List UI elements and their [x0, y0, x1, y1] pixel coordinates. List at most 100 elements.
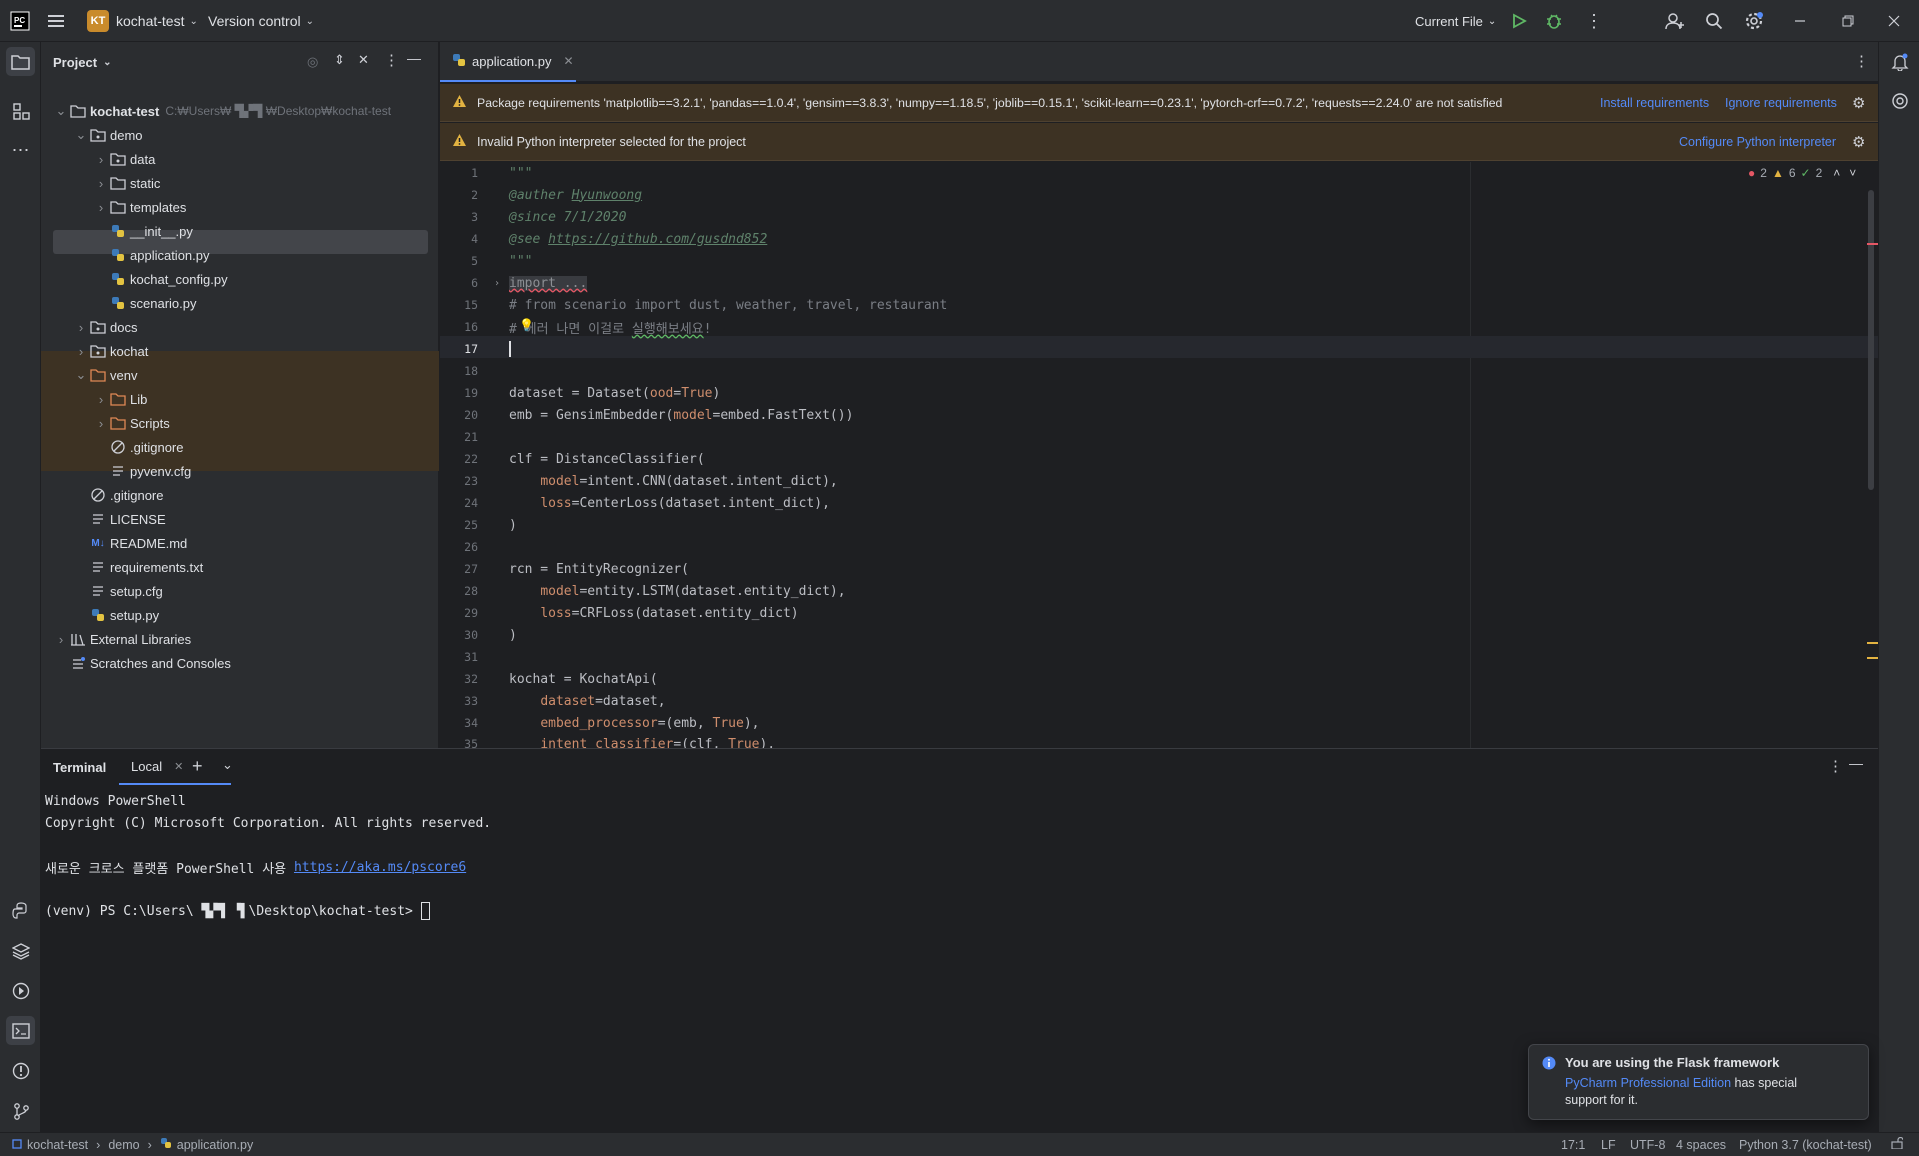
close-tab-icon[interactable]: ✕ — [564, 54, 574, 68]
tree-row-setup-py[interactable]: setup.py — [41, 603, 159, 627]
tree-row-kochat[interactable]: › kochat — [41, 339, 148, 363]
debug-icon[interactable] — [1545, 0, 1563, 42]
notifications-button[interactable] — [1885, 47, 1914, 76]
line-number: 32 — [464, 672, 478, 686]
tree-row-scenario-py[interactable]: scenario.py — [41, 291, 196, 315]
run-icon[interactable] — [1511, 0, 1527, 42]
chevron-down-icon: ⌄ — [75, 127, 87, 142]
locate-file-icon[interactable]: ◎ — [307, 54, 318, 70]
tree-row-external-libraries[interactable]: › External Libraries — [41, 627, 191, 651]
structure-tool-button[interactable] — [6, 96, 35, 125]
fold-chevron-icon[interactable]: › — [494, 278, 500, 289]
main-menu-icon[interactable] — [48, 0, 66, 42]
run-config-selector[interactable]: Current File ⌄ — [1415, 0, 1496, 42]
terminal-tool-button[interactable] — [6, 1016, 35, 1045]
chevron-right-icon: › — [98, 391, 104, 407]
restore-icon[interactable] — [1842, 0, 1854, 42]
tree-row-scratches[interactable]: Scratches and Consoles — [41, 651, 231, 675]
line-separator[interactable]: LF — [1601, 1138, 1616, 1152]
line-number: 2 — [471, 188, 478, 202]
configure-interpreter-link[interactable]: Configure Python interpreter — [1679, 135, 1836, 149]
git-tool-button[interactable] — [6, 1096, 35, 1125]
line-number: 24 — [464, 496, 478, 510]
tree-row-gitignore[interactable]: .gitignore — [41, 483, 163, 507]
tree-row-static[interactable]: › static — [41, 171, 161, 195]
close-tab-icon[interactable]: ✕ — [174, 760, 183, 773]
tree-row-readme-md[interactable]: M↓ README.md — [41, 531, 187, 555]
terminal-tab-local[interactable]: Local ✕ — [119, 749, 231, 785]
warning-icon — [452, 133, 467, 150]
search-icon[interactable] — [1705, 0, 1723, 42]
caret-position[interactable]: 17:1 — [1561, 1138, 1585, 1152]
settings-icon[interactable] — [1744, 0, 1764, 42]
python-interpreter[interactable]: Python 3.7 (kochat-test) — [1739, 1138, 1872, 1152]
pycharm-logo[interactable]: PC — [10, 0, 30, 42]
flask-notification[interactable]: You are using the Flask framework PyChar… — [1528, 1044, 1869, 1120]
chevron-down-icon[interactable]: ⌄ — [222, 757, 233, 773]
notification-text: has special — [1731, 1076, 1798, 1090]
project-tool-button[interactable] — [6, 47, 35, 76]
project-badge: KT — [87, 10, 109, 32]
tree-row-init-py[interactable]: __init__.py — [41, 219, 193, 243]
tree-row-kochat-test[interactable]: ⌄ kochat-test C:₩Users₩ ▜▞▜ ₩Desktop₩koc… — [41, 99, 392, 123]
pycharm-pro-link[interactable]: PyCharm Professional Edition — [1565, 1076, 1731, 1090]
file-encoding[interactable]: UTF-8 — [1630, 1138, 1665, 1152]
close-window-icon[interactable] — [1888, 0, 1900, 42]
hide-panel-icon[interactable]: — — [1849, 755, 1863, 771]
add-user-icon[interactable] — [1665, 0, 1685, 42]
breadcrumb-project[interactable]: kochat-test — [27, 1138, 88, 1152]
code-text: 실행해보세요 — [631, 321, 704, 337]
more-tools-icon[interactable]: ⋯ — [6, 136, 35, 165]
tab-options-icon[interactable]: ⋮ — [1854, 52, 1869, 70]
options-icon[interactable]: ⋮ — [384, 51, 399, 69]
tab-application-py[interactable]: application.py ✕ — [440, 42, 576, 82]
tree-row-scripts[interactable]: › Scripts — [41, 411, 170, 435]
tree-row-setup-cfg[interactable]: setup.cfg — [41, 579, 163, 603]
indent-setting[interactable]: 4 spaces — [1676, 1138, 1726, 1152]
more-vertical-icon[interactable]: ⋮ — [1585, 0, 1603, 42]
expand-all-icon[interactable]: ⇕ — [334, 52, 345, 68]
breadcrumb-file[interactable]: application.py — [177, 1138, 253, 1152]
hide-panel-icon[interactable]: — — [407, 50, 421, 66]
unlock-icon[interactable] — [1891, 1136, 1904, 1152]
tree-row-venv[interactable]: ⌄ venv — [41, 363, 138, 387]
project-panel-header[interactable]: Project ⌄ — [53, 42, 111, 82]
layers-tool-button[interactable] — [6, 936, 35, 965]
folded-imports[interactable]: import ... — [509, 275, 588, 291]
tree-row-license[interactable]: LICENSE — [41, 507, 166, 531]
tree-row-kochat-config-py[interactable]: kochat_config.py — [41, 267, 228, 291]
tree-row-application-py[interactable]: application.py — [41, 243, 210, 267]
code-link[interactable]: https://github.com/gusdnd852 — [548, 232, 767, 247]
tree-row-demo[interactable]: ⌄ demo — [41, 123, 143, 147]
collapse-all-icon[interactable]: ✕ — [358, 52, 369, 68]
tree-row-docs[interactable]: › docs — [41, 315, 138, 339]
minimize-icon[interactable] — [1794, 0, 1806, 42]
gear-icon[interactable]: ⚙ — [1852, 133, 1865, 151]
tree-row-venv-gitignore[interactable]: .gitignore — [41, 435, 183, 459]
code-text: =embed.FastText()) — [712, 407, 854, 423]
version-control-menu[interactable]: Version control ⌄ — [208, 0, 314, 42]
ignore-requirements-link[interactable]: Ignore requirements — [1725, 96, 1837, 110]
tree-row-requirements-txt[interactable]: requirements.txt — [41, 555, 203, 579]
tree-label: setup.py — [110, 607, 160, 623]
bell-icon — [1890, 53, 1909, 71]
install-requirements-link[interactable]: Install requirements — [1600, 96, 1709, 110]
tree-row-lib[interactable]: › Lib — [41, 387, 148, 411]
terminal-link[interactable]: https://aka.ms/pscore6 — [294, 860, 466, 875]
text-file-icon — [89, 584, 107, 598]
services-tool-button[interactable] — [6, 976, 35, 1005]
new-terminal-icon[interactable]: + — [192, 756, 203, 777]
python-packages-button[interactable] — [6, 896, 35, 925]
tree-row-data[interactable]: › data — [41, 147, 155, 171]
tree-row-pyvenv-cfg[interactable]: pyvenv.cfg — [41, 459, 191, 483]
ai-assistant-button[interactable] — [1885, 86, 1914, 115]
gear-icon[interactable]: ⚙ — [1852, 94, 1865, 112]
problems-tool-button[interactable] — [6, 1056, 35, 1085]
tree-label: requirements.txt — [110, 559, 204, 575]
breadcrumb-folder[interactable]: demo — [108, 1138, 139, 1152]
terminal-options-icon[interactable]: ⋮ — [1828, 757, 1843, 775]
terminal-prompt: (venv) PS C:\Users\ ▜▞▜ ▝▌\Desktop\kocha… — [45, 903, 421, 919]
tree-row-templates[interactable]: › templates — [41, 195, 187, 219]
lightbulb-icon[interactable]: 💡 — [519, 318, 534, 332]
project-switcher[interactable]: KT kochat-test ⌄ — [87, 0, 198, 42]
